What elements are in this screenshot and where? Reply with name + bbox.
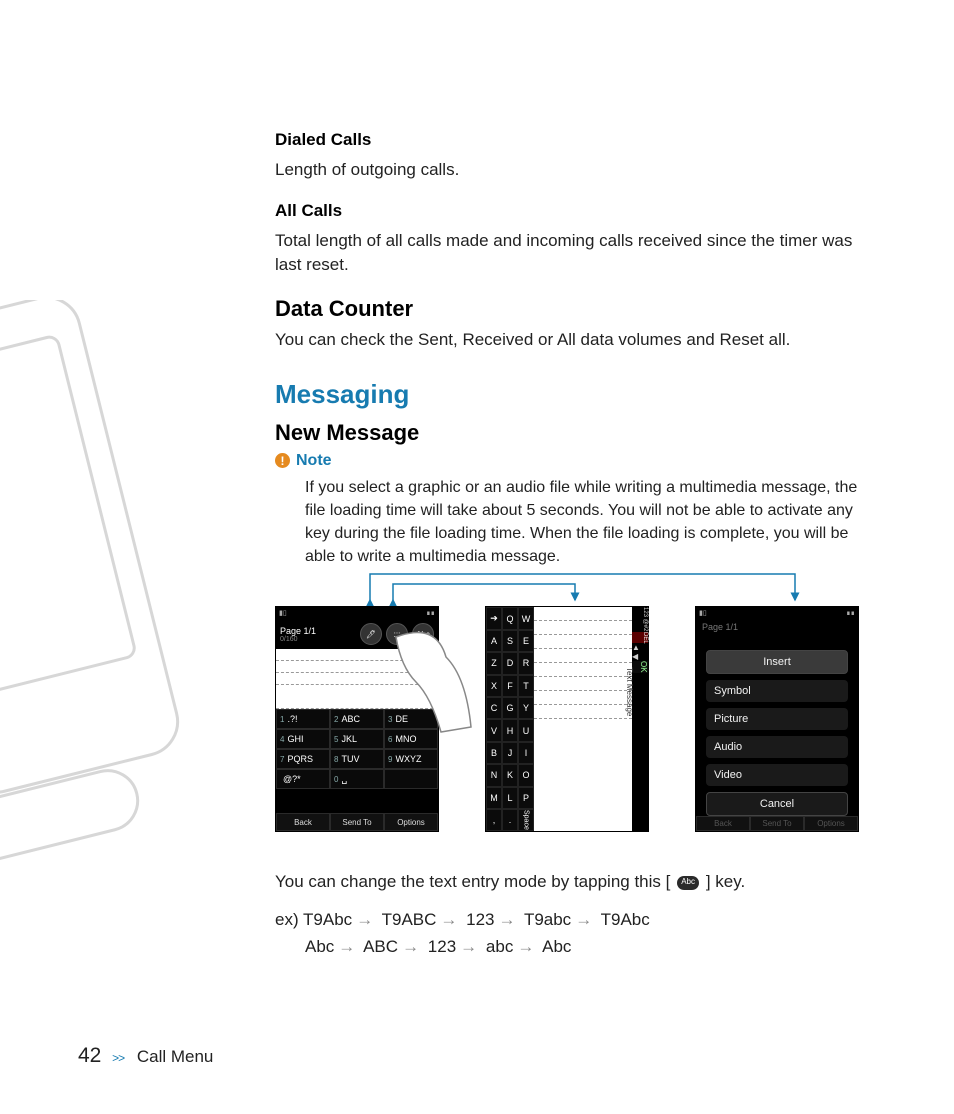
alert-icon: ! bbox=[275, 453, 290, 468]
mode-grid-icon: ::: bbox=[386, 623, 408, 645]
softkey-bar: Back Send To Options bbox=[276, 813, 438, 831]
heading-dialed-calls: Dialed Calls bbox=[275, 130, 865, 150]
softkey-options: Options bbox=[384, 813, 438, 831]
page-label: Page 1/1 bbox=[280, 626, 316, 636]
menu-cancel: Cancel bbox=[706, 792, 848, 816]
after-diagram-text: You can change the text entry mode by ta… bbox=[275, 868, 865, 960]
page-content: Dialed Calls Length of outgoing calls. A… bbox=[275, 130, 865, 960]
softkey-send-to: Send To bbox=[330, 813, 384, 831]
page-label: Page 1/1 bbox=[696, 618, 858, 636]
note-label: Note bbox=[296, 452, 332, 470]
softkey-bar: Back Send To Options bbox=[696, 816, 858, 832]
status-bar: ▮▯∎∎ bbox=[696, 607, 858, 617]
menu-symbol: Symbol bbox=[706, 680, 848, 702]
char-counter: 0/160 bbox=[280, 636, 316, 643]
mode-abc-icon: Abc bbox=[412, 623, 434, 645]
heading-messaging: Messaging bbox=[275, 379, 865, 410]
chevron-icon: >> bbox=[112, 1051, 124, 1065]
phone-outline-illustration bbox=[0, 300, 180, 860]
text-area bbox=[276, 649, 438, 709]
delete-key: DEL bbox=[632, 632, 648, 644]
body-data-counter: You can check the Sent, Received or All … bbox=[275, 328, 865, 353]
softkey-back: Back bbox=[696, 816, 750, 832]
mode-pen-icon: 🖊 bbox=[360, 623, 382, 645]
menu-audio: Audio bbox=[706, 736, 848, 758]
space-key: Space bbox=[518, 809, 534, 831]
status-bar: ▮▯ ∎∎ bbox=[276, 607, 438, 619]
note-body: If you select a graphic or an audio file… bbox=[305, 476, 865, 569]
screens-diagram: ▮▯ ∎∎ Page 1/1 0/160 🖊 ::: Abc bbox=[275, 584, 865, 844]
page-footer: 42 >> Call Menu bbox=[78, 1044, 213, 1068]
manual-page: Dialed Calls Length of outgoing calls. A… bbox=[0, 0, 954, 1114]
body-dialed-calls: Length of outgoing calls. bbox=[275, 158, 865, 183]
numeric-keypad: 1.?! 2ABC 3DE 4GHI 5JKL 6MNO 7PQRS 8TUV … bbox=[276, 709, 438, 813]
mode-change-text-a: You can change the text entry mode by ta… bbox=[275, 872, 670, 891]
screenshot-insert-menu: ▮▯∎∎ Page 1/1 Insert Symbol Picture Audi… bbox=[695, 606, 859, 832]
message-area: Text Message bbox=[534, 607, 632, 831]
text-message-label: Text Message bbox=[625, 667, 634, 716]
battery-icon: ∎∎ bbox=[426, 609, 435, 617]
abc-key-icon: Abc bbox=[677, 876, 699, 890]
signal-icon: ▮▯ bbox=[279, 609, 287, 617]
mode-123-key: 123 @#2 bbox=[632, 607, 648, 631]
note-heading: ! Note bbox=[275, 452, 865, 470]
body-all-calls: Total length of all calls made and incom… bbox=[275, 229, 865, 278]
heading-data-counter: Data Counter bbox=[275, 296, 865, 322]
heading-new-message: New Message bbox=[275, 420, 865, 446]
insert-menu: Insert Symbol Picture Audio Video Cancel bbox=[706, 650, 848, 816]
mode-change-text-b: ] key. bbox=[706, 872, 745, 891]
example-prefix: ex) bbox=[275, 910, 299, 929]
page-number: 42 bbox=[78, 1044, 101, 1067]
screenshot-keypad: ▮▯ ∎∎ Page 1/1 0/160 🖊 ::: Abc bbox=[275, 606, 439, 832]
screenshot-qwerty: ➔ A Z X C V B N M , Q S D bbox=[485, 606, 649, 832]
menu-insert: Insert bbox=[706, 650, 848, 674]
heading-all-calls: All Calls bbox=[275, 201, 865, 221]
arrow-up-icon: ▲ bbox=[632, 643, 648, 652]
softkey-send-to: Send To bbox=[750, 816, 804, 832]
menu-video: Video bbox=[706, 764, 848, 786]
ok-key: OK bbox=[632, 661, 648, 673]
softkey-back: Back bbox=[276, 813, 330, 831]
menu-picture: Picture bbox=[706, 708, 848, 730]
section-name: Call Menu bbox=[137, 1047, 214, 1066]
arrow-left-icon: ◀ bbox=[632, 652, 648, 661]
softkey-options: Options bbox=[804, 816, 858, 832]
